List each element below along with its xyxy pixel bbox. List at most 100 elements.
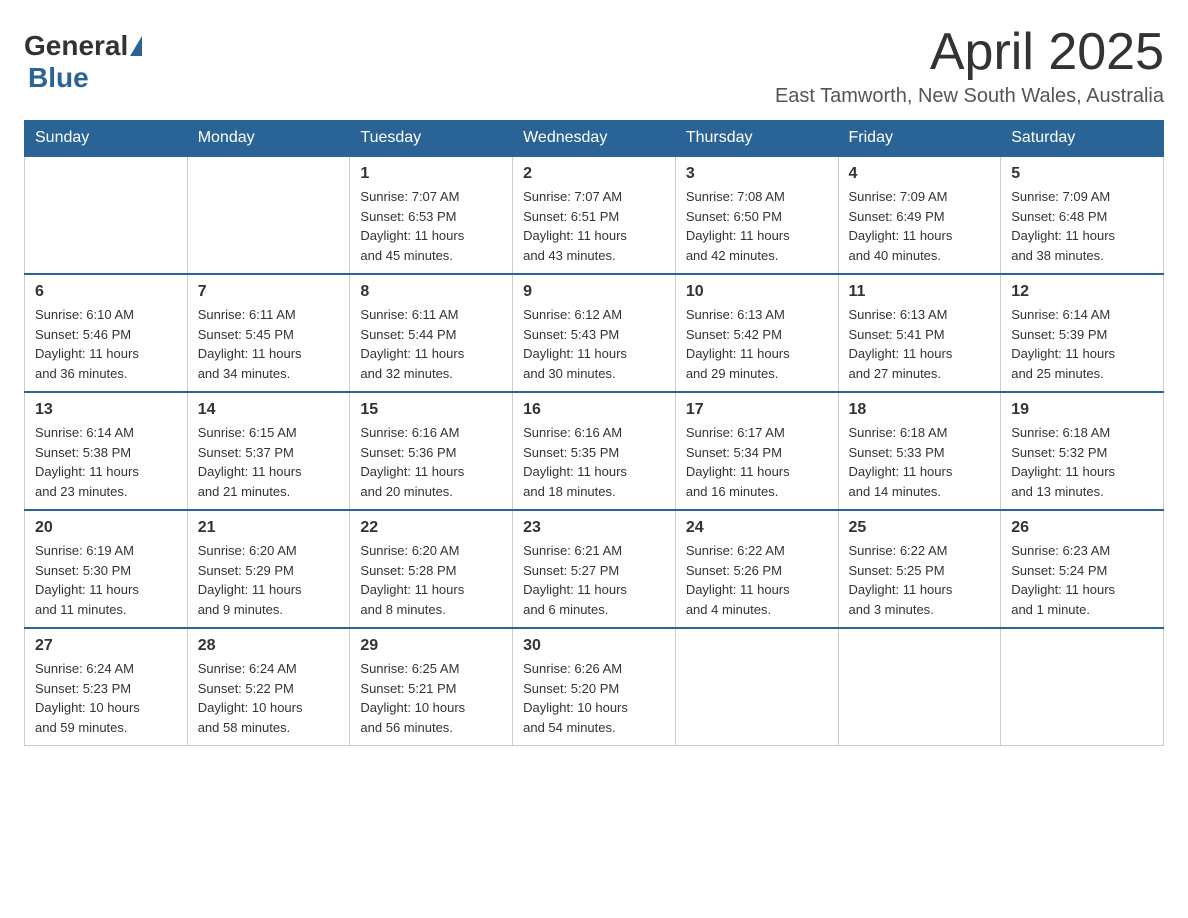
header-day-tuesday: Tuesday	[350, 121, 513, 157]
calendar-cell: 7 Sunrise: 6:11 AMSunset: 5:45 PMDaylight…	[187, 274, 350, 392]
calendar-cell: 28 Sunrise: 6:24 AMSunset: 5:22 PMDayligh…	[187, 628, 350, 746]
day-number: 13	[35, 401, 177, 419]
calendar-cell: 18 Sunrise: 6:18 AMSunset: 5:33 PMDayligh…	[838, 392, 1001, 510]
day-info: Sunrise: 6:18 AMSunset: 5:33 PMDaylight:…	[849, 425, 953, 499]
day-number: 27	[35, 637, 177, 655]
day-number: 21	[198, 519, 340, 537]
day-number: 22	[360, 519, 502, 537]
header-day-sunday: Sunday	[25, 121, 188, 157]
day-number: 20	[35, 519, 177, 537]
header-day-wednesday: Wednesday	[513, 121, 676, 157]
logo: General Blue	[24, 24, 144, 94]
logo-general-text: General	[24, 32, 128, 60]
calendar-cell: 20Sunrise: 6:19 AMSunset: 5:30 PMDayligh…	[25, 510, 188, 628]
day-number: 9	[523, 283, 665, 301]
day-number: 24	[686, 519, 828, 537]
day-info: Sunrise: 6:24 AMSunset: 5:22 PMDaylight:…	[198, 661, 303, 735]
calendar-cell	[675, 628, 838, 746]
day-info: Sunrise: 6:22 AMSunset: 5:26 PMDaylight:…	[686, 543, 790, 617]
day-number: 10	[686, 283, 828, 301]
day-number: 16	[523, 401, 665, 419]
day-info: Sunrise: 7:07 AMSunset: 6:53 PMDaylight:…	[360, 189, 464, 263]
day-info: Sunrise: 6:16 AMSunset: 5:35 PMDaylight:…	[523, 425, 627, 499]
day-info: Sunrise: 6:16 AMSunset: 5:36 PMDaylight:…	[360, 425, 464, 499]
location-title: East Tamworth, New South Wales, Australi…	[775, 85, 1164, 108]
calendar-cell: 10Sunrise: 6:13 AMSunset: 5:42 PMDayligh…	[675, 274, 838, 392]
calendar-table: SundayMondayTuesdayWednesdayThursdayFrid…	[24, 120, 1164, 746]
day-info: Sunrise: 7:09 AMSunset: 6:49 PMDaylight:…	[849, 189, 953, 263]
day-number: 17	[686, 401, 828, 419]
day-number: 25	[849, 519, 991, 537]
day-number: 12	[1011, 283, 1153, 301]
calendar-cell: 11 Sunrise: 6:13 AMSunset: 5:41 PMDayligh…	[838, 274, 1001, 392]
title-area: April 2025 East Tamworth, New South Wale…	[775, 24, 1164, 108]
day-info: Sunrise: 6:26 AMSunset: 5:20 PMDaylight:…	[523, 661, 628, 735]
day-info: Sunrise: 6:10 AMSunset: 5:46 PMDaylight:…	[35, 307, 139, 381]
month-title: April 2025	[775, 24, 1164, 81]
calendar-cell: 14 Sunrise: 6:15 AMSunset: 5:37 PMDayligh…	[187, 392, 350, 510]
calendar-cell: 4 Sunrise: 7:09 AMSunset: 6:49 PMDaylight…	[838, 156, 1001, 274]
day-number: 1	[360, 165, 502, 183]
header-day-monday: Monday	[187, 121, 350, 157]
calendar-cell	[187, 156, 350, 274]
calendar-cell	[1001, 628, 1164, 746]
header-day-saturday: Saturday	[1001, 121, 1164, 157]
day-info: Sunrise: 6:15 AMSunset: 5:37 PMDaylight:…	[198, 425, 302, 499]
calendar-cell: 22Sunrise: 6:20 AMSunset: 5:28 PMDayligh…	[350, 510, 513, 628]
calendar-cell: 29 Sunrise: 6:25 AMSunset: 5:21 PMDayligh…	[350, 628, 513, 746]
calendar-cell: 30 Sunrise: 6:26 AMSunset: 5:20 PMDayligh…	[513, 628, 676, 746]
day-info: Sunrise: 6:17 AMSunset: 5:34 PMDaylight:…	[686, 425, 790, 499]
calendar-cell: 21 Sunrise: 6:20 AMSunset: 5:29 PMDayligh…	[187, 510, 350, 628]
day-info: Sunrise: 6:25 AMSunset: 5:21 PMDaylight:…	[360, 661, 465, 735]
day-number: 28	[198, 637, 340, 655]
week-row-4: 20Sunrise: 6:19 AMSunset: 5:30 PMDayligh…	[25, 510, 1164, 628]
week-row-5: 27 Sunrise: 6:24 AMSunset: 5:23 PMDayligh…	[25, 628, 1164, 746]
logo-blue-text: Blue	[28, 62, 89, 93]
day-info: Sunrise: 6:21 AMSunset: 5:27 PMDaylight:…	[523, 543, 627, 617]
calendar-cell: 19Sunrise: 6:18 AMSunset: 5:32 PMDayligh…	[1001, 392, 1164, 510]
calendar-cell: 5Sunrise: 7:09 AMSunset: 6:48 PMDaylight…	[1001, 156, 1164, 274]
day-number: 30	[523, 637, 665, 655]
calendar-cell	[838, 628, 1001, 746]
day-info: Sunrise: 6:20 AMSunset: 5:29 PMDaylight:…	[198, 543, 302, 617]
day-number: 8	[360, 283, 502, 301]
calendar-cell: 25Sunrise: 6:22 AMSunset: 5:25 PMDayligh…	[838, 510, 1001, 628]
day-number: 3	[686, 165, 828, 183]
day-number: 4	[849, 165, 991, 183]
day-number: 6	[35, 283, 177, 301]
day-info: Sunrise: 6:14 AMSunset: 5:39 PMDaylight:…	[1011, 307, 1115, 381]
day-info: Sunrise: 6:23 AMSunset: 5:24 PMDaylight:…	[1011, 543, 1115, 617]
day-number: 18	[849, 401, 991, 419]
week-row-2: 6 Sunrise: 6:10 AMSunset: 5:46 PMDaylight…	[25, 274, 1164, 392]
calendar-cell: 9 Sunrise: 6:12 AMSunset: 5:43 PMDaylight…	[513, 274, 676, 392]
calendar-cell: 1 Sunrise: 7:07 AMSunset: 6:53 PMDaylight…	[350, 156, 513, 274]
calendar-cell: 3 Sunrise: 7:08 AMSunset: 6:50 PMDaylight…	[675, 156, 838, 274]
day-info: Sunrise: 6:14 AMSunset: 5:38 PMDaylight:…	[35, 425, 139, 499]
calendar-cell: 16 Sunrise: 6:16 AMSunset: 5:35 PMDayligh…	[513, 392, 676, 510]
day-info: Sunrise: 6:12 AMSunset: 5:43 PMDaylight:…	[523, 307, 627, 381]
day-number: 23	[523, 519, 665, 537]
week-row-1: 1 Sunrise: 7:07 AMSunset: 6:53 PMDaylight…	[25, 156, 1164, 274]
day-number: 19	[1011, 401, 1153, 419]
calendar-cell: 26 Sunrise: 6:23 AMSunset: 5:24 PMDayligh…	[1001, 510, 1164, 628]
calendar-cell: 13 Sunrise: 6:14 AMSunset: 5:38 PMDayligh…	[25, 392, 188, 510]
day-info: Sunrise: 6:11 AMSunset: 5:45 PMDaylight:…	[198, 307, 302, 381]
day-info: Sunrise: 7:08 AMSunset: 6:50 PMDaylight:…	[686, 189, 790, 263]
day-number: 29	[360, 637, 502, 655]
day-number: 5	[1011, 165, 1153, 183]
header-day-thursday: Thursday	[675, 121, 838, 157]
day-number: 14	[198, 401, 340, 419]
calendar-cell: 27 Sunrise: 6:24 AMSunset: 5:23 PMDayligh…	[25, 628, 188, 746]
day-number: 7	[198, 283, 340, 301]
day-info: Sunrise: 6:24 AMSunset: 5:23 PMDaylight:…	[35, 661, 140, 735]
day-info: Sunrise: 6:13 AMSunset: 5:41 PMDaylight:…	[849, 307, 953, 381]
day-number: 26	[1011, 519, 1153, 537]
calendar-cell: 23 Sunrise: 6:21 AMSunset: 5:27 PMDayligh…	[513, 510, 676, 628]
calendar-cell: 12 Sunrise: 6:14 AMSunset: 5:39 PMDayligh…	[1001, 274, 1164, 392]
logo-triangle-icon	[130, 36, 142, 56]
day-number: 11	[849, 283, 991, 301]
calendar-cell: 2Sunrise: 7:07 AMSunset: 6:51 PMDaylight…	[513, 156, 676, 274]
header-day-friday: Friday	[838, 121, 1001, 157]
calendar-header-row: SundayMondayTuesdayWednesdayThursdayFrid…	[25, 121, 1164, 157]
calendar-cell: 6 Sunrise: 6:10 AMSunset: 5:46 PMDaylight…	[25, 274, 188, 392]
